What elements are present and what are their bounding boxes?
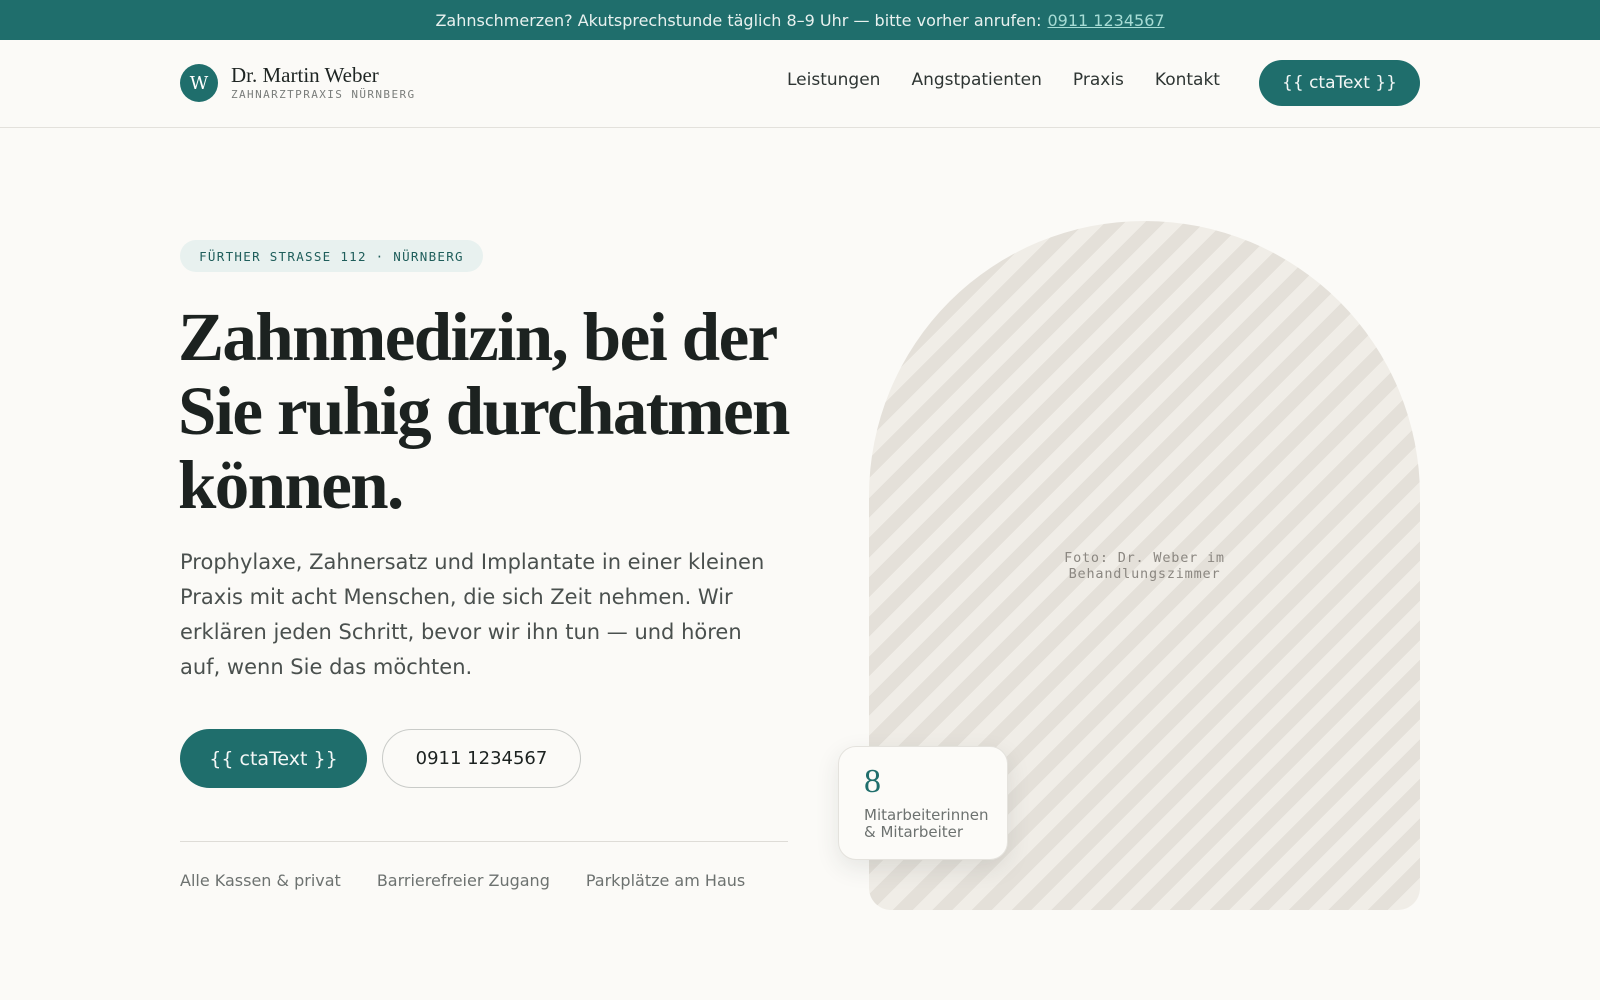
staff-count-label-line-2: & Mitarbeiter xyxy=(864,823,964,841)
call-phone-button[interactable]: 0911 1234567 xyxy=(382,729,581,788)
announcement-phone-link[interactable]: 0911 1234567 xyxy=(1047,11,1164,30)
hero-title: Zahnmedizin, bei der Sie ruhig durchatme… xyxy=(178,299,790,523)
staff-count-label: Mitarbeiterinnen & Mitarbeiter xyxy=(864,807,1004,841)
practice-subtitle: ZAHNARZTPRAXIS NÜRNBERG xyxy=(231,88,416,101)
staff-count-number: 8 xyxy=(864,763,881,800)
hero-cta-button[interactable]: {{ ctaText }} xyxy=(180,729,367,788)
nav-item-kontakt[interactable]: Kontakt xyxy=(1155,70,1220,90)
photo-caption: Foto: Dr. Weber im Behandlungszimmer xyxy=(869,550,1420,582)
hero-description: Prophylaxe, Zahnersatz und Implantate in… xyxy=(180,550,765,679)
feature-list: Alle Kassen & privat Barrierefreier Zuga… xyxy=(180,871,745,890)
staff-count-card: 8 Mitarbeiterinnen & Mitarbeiter xyxy=(838,746,1008,860)
header-cta-button[interactable]: {{ ctaText }} xyxy=(1259,60,1420,106)
logo-mark[interactable]: W xyxy=(180,64,218,102)
feature-insurance: Alle Kassen & privat xyxy=(180,871,341,890)
nav-item-angstpatienten[interactable]: Angstpatienten xyxy=(911,70,1041,90)
nav-item-leistungen[interactable]: Leistungen xyxy=(787,70,880,90)
address-badge: FÜRTHER STRASSE 112 · NÜRNBERG xyxy=(180,240,483,272)
feature-accessibility: Barrierefreier Zugang xyxy=(376,871,550,890)
announcement-text: Zahnschmerzen? Akutsprechstunde täglich … xyxy=(435,10,1042,30)
hero-divider xyxy=(180,841,788,842)
nav-item-praxis[interactable]: Praxis xyxy=(1073,70,1124,90)
photo-caption-line-2: Behandlungszimmer xyxy=(1068,566,1221,582)
main-nav: Leistungen Angstpatienten Praxis Kontakt xyxy=(787,70,1220,90)
site-header: W Dr. Martin Weber ZAHNARZTPRAXIS NÜRNBE… xyxy=(0,40,1600,128)
practice-name[interactable]: Dr. Martin Weber xyxy=(231,63,379,88)
staff-count-label-line-1: Mitarbeiterinnen xyxy=(864,806,989,824)
feature-parking: Parkplätze am Haus xyxy=(585,871,746,890)
photo-caption-line-1: Foto: Dr. Weber im xyxy=(1064,550,1225,566)
announcement-bar: Zahnschmerzen? Akutsprechstunde täglich … xyxy=(0,0,1600,40)
